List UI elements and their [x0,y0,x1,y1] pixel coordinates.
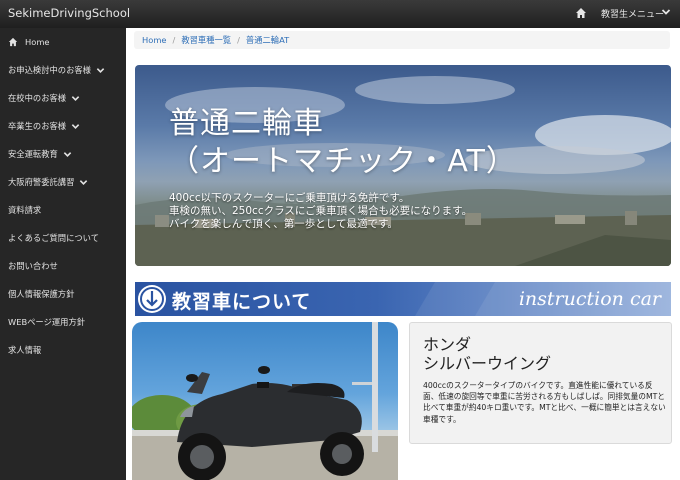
sidebar-item-prospective[interactable]: お申込検討中のお客様 [0,56,126,84]
sidebar-item-home[interactable]: Home [0,28,126,56]
student-menu-toggle[interactable]: 教習生メニュー [601,7,664,20]
sidebar-item-label: 求人情報 [8,345,42,355]
sidebar-item-safety-education[interactable]: 安全運転教育 [0,140,126,168]
home-icon[interactable] [575,7,587,19]
sidebar-nav: Home お申込検討中のお客様 在校中のお客様 卒業生のお客様 安全運転教育 大… [0,28,126,480]
sidebar-item-current-students[interactable]: 在校中のお客様 [0,84,126,112]
main-content: Home / 教習車種一覧 / 普通二輪AT 普通二輪車 （オートマチック・AT… [126,28,680,480]
sidebar-item-web-policy[interactable]: WEBページ運用方針 [0,308,126,336]
breadcrumb-separator: / [172,35,176,45]
sidebar-item-label: 卒業生のお客様 [8,121,67,131]
sidebar-item-label: 在校中のお客様 [8,93,67,103]
sidebar-item-police-courses[interactable]: 大阪府警委託講習 [0,168,126,196]
sidebar-item-label: お問い合わせ [8,261,58,271]
breadcrumb-vehicle-list[interactable]: 教習車種一覧 [181,34,231,46]
vehicle-description: 400ccのスクータータイプのバイクです。直進性能に優れている反面、低速の旋回等… [423,381,666,424]
sidebar-item-label: 個人情報保護方針 [8,289,75,299]
breadcrumb-separator: / [237,35,240,45]
vehicle-name: ホンダ シルバーウイング [423,335,551,373]
sidebar-item-contact[interactable]: お問い合わせ [0,252,126,280]
sidebar-item-label: 大阪府警委託講習 [8,177,75,187]
chevron-down-icon[interactable] [661,7,671,17]
vehicle-info-card: ホンダ シルバーウイング 400ccのスクータータイプのバイクです。直進性能に優… [409,322,672,444]
hero-description-line: バイクを楽しんで頂く、第一歩として最適です。 [169,218,398,230]
home-icon [8,37,18,47]
sidebar-item-label: Home [25,37,50,47]
sidebar-item-label: よくあるご質問について [8,233,100,243]
hero-description: 400cc以下のスクーターにご乗車頂ける免許です。 車検の無い、250ccクラス… [169,192,472,231]
sidebar-item-careers[interactable]: 求人情報 [0,336,126,364]
chevron-down-icon [71,123,80,129]
hero-title-line: 普通二輪車 [169,106,324,141]
sidebar-item-brochure[interactable]: 資料請求 [0,196,126,224]
motorcycle-image [132,322,398,480]
vehicle-maker: ホンダ [423,335,472,354]
section-title-english: instruction car [518,288,661,310]
brand-link[interactable]: SekimeDrivingSchool [8,6,130,20]
sidebar-item-privacy[interactable]: 個人情報保護方針 [0,280,126,308]
hero-title-line: （オートマチック・AT） [169,144,517,179]
chevron-down-icon [71,95,80,101]
sidebar-item-label: 安全運転教育 [8,149,58,159]
breadcrumb: Home / 教習車種一覧 / 普通二輪AT [134,31,670,49]
chevron-down-icon [80,179,88,185]
hero-description-line: 400cc以下のスクーターにご乗車頂ける免許です。 [169,192,410,204]
sidebar-item-label: WEBページ運用方針 [8,317,86,327]
sidebar-item-label: 資料請求 [8,205,42,215]
arrow-circle-icon [138,285,166,313]
vehicle-model: シルバーウイング [423,354,552,373]
sidebar-item-label: お申込検討中のお客様 [8,65,91,75]
chevron-down-icon [63,151,72,157]
chevron-down-icon [96,67,105,73]
hero-description-line: 車検の無い、250ccクラスにご乗車頂く場合も必要になります。 [169,205,473,217]
top-navbar: SekimeDrivingSchool 教習生メニュー [0,0,680,28]
section-banner: 教習車について instruction car [135,282,671,316]
hero-title: 普通二輪車 （オートマチック・AT） [169,105,517,181]
sidebar-item-graduates[interactable]: 卒業生のお客様 [0,112,126,140]
breadcrumb-current: 普通二輪AT [245,35,290,45]
sidebar-item-faq[interactable]: よくあるご質問について [0,224,126,252]
section-title: 教習車について [172,291,312,313]
breadcrumb-home[interactable]: Home [142,35,167,45]
hero-banner: 普通二輪車 （オートマチック・AT） 400cc以下のスクーターにご乗車頂ける免… [135,65,671,266]
